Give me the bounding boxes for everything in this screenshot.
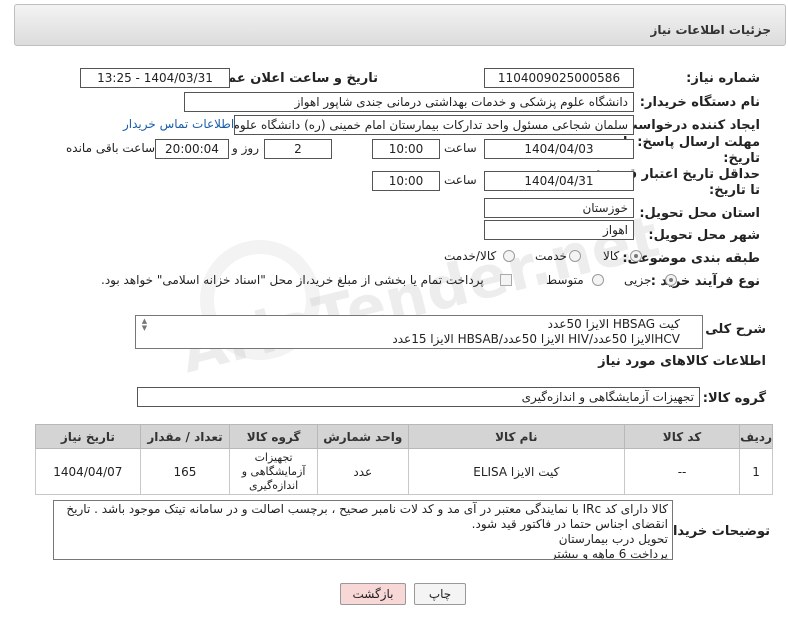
cell-goods-code: -- [623,448,741,495]
treasury-checkbox[interactable] [500,274,512,286]
buyer-notes-line-4: پرداخت 6 ماهه و بیشتر [550,547,668,560]
col-quantity: تعداد / مقدار [139,424,231,449]
buyer-notes-label: توضیحات خریدار: [660,524,770,539]
days-remaining-field: 2 [264,139,332,159]
category-label: طبقه بندی موضوعی: [622,251,760,266]
category-radio-goods-service[interactable] [503,250,515,262]
buyer-contact-link[interactable]: اطلاعات تماس خریدار [123,117,234,131]
goods-group-label: گروه کالا: [702,391,766,406]
deadline-date-field: 1404/04/03 [484,139,634,159]
requester-field: سلمان شجاعی مسئول واحد تدارکات بیمارستان… [234,115,634,135]
validity-time-label: ساعت [444,173,477,187]
buyer-notes-line-1: کالا دارای کد IRc با نمایندگی معتبر در آ… [66,502,668,516]
announce-date-field: 1404/03/31 - 13:25 [80,68,230,88]
treasury-note: پرداخت تمام یا بخشی از مبلغ خرید،از محل … [101,273,484,287]
buyer-notes-line-3: تحویل درب بیمارستان [558,532,668,546]
goods-group-field: تجهیزات آزمایشگاهی و اندازه‌گیری [137,387,700,407]
requester-label: ایجاد کننده درخواست: [619,118,760,133]
validity-time-field: 10:00 [372,171,440,191]
category-option-service: خدمت [535,249,567,263]
category-radio-goods[interactable] [630,250,642,262]
col-goods-code: کد کالا [623,424,741,449]
cell-goods-name: کیت الایزا ELISA [407,448,625,495]
deadline-time-label: ساعت [444,141,477,155]
buyer-org-label: نام دستگاه خریدار: [639,95,760,110]
col-row-number: ردیف [739,424,773,449]
days-label: روز و [232,141,259,155]
deadline-label-2: تاریخ: [723,151,760,166]
city-field: اهواز [484,220,634,240]
cell-unit: عدد [316,448,409,495]
buyer-notes-line-2: انقضای اجناس حتما در فاکتور قید شود. [471,517,668,531]
category-radio-service[interactable] [569,250,581,262]
cell-row-number: 1 [739,448,773,495]
need-number-field: 1104009025000586 [484,68,634,88]
purchase-option-minor: جزیی [624,273,652,287]
deadline-time-field: 10:00 [372,139,440,159]
print-button[interactable]: چاپ [414,583,466,605]
purchase-option-medium: متوسط [546,273,584,287]
back-button[interactable]: بازگشت [340,583,406,605]
table-row: 1 -- کیت الایزا ELISA عدد تجهیزات آزمایش… [35,448,773,495]
goods-section-title: اطلاعات کالاهای مورد نیاز [598,354,766,369]
validity-label-2: تا تاریخ: [709,183,760,198]
summary-line-1: کیت HBSAG الایزا 50عدد [547,317,680,331]
summary-textarea[interactable]: کیت HBSAG الایزا 50عدد HCVالایزا 50عدد/H… [135,315,703,349]
scroll-arrows-icon[interactable]: ▲ ▼ [140,318,149,332]
buyer-notes-box[interactable]: کالا دارای کد IRc با نمایندگی معتبر در آ… [53,500,673,560]
header-panel: جزئیات اطلاعات نیاز [14,4,786,46]
need-number-label: شماره نیاز: [686,71,760,86]
summary-line-2: HCVالایزا 50عدد/HIV الایزا 50عدد/HBSAB ا… [392,332,680,346]
deadline-label: مهلت ارسال پاسخ: تا [622,135,760,150]
province-field: خوزستان [484,198,634,218]
time-remaining-label: ساعت باقی مانده [66,141,156,155]
cell-goods-group: تجهیزات آزمایشگاهی و اندازه‌گیری [229,448,318,495]
category-option-goods-service: کالا/خدمت [444,249,497,263]
col-goods-group: گروه کالا [229,424,318,449]
goods-table: ردیف کد کالا نام کالا واحد شمارش گروه کا… [35,424,773,495]
buyer-org-field: دانشگاه علوم پزشکی و خدمات بهداشتی درمان… [184,92,634,112]
purchase-radio-minor[interactable] [665,274,677,286]
col-goods-name: نام کالا [407,424,625,449]
page-title: جزئیات اطلاعات نیاز [650,23,771,37]
province-label: استان محل تحویل: [639,206,760,221]
purchase-radio-medium[interactable] [592,274,604,286]
category-option-goods: کالا [603,249,620,263]
col-unit: واحد شمارش [316,424,409,449]
table-header-row: ردیف کد کالا نام کالا واحد شمارش گروه کا… [35,424,773,449]
cell-quantity: 165 [139,448,231,495]
validity-date-field: 1404/04/31 [484,171,634,191]
city-label: شهر محل تحویل: [648,228,760,243]
cell-need-date: 1404/04/07 [35,448,141,495]
time-remaining-field: 20:00:04 [155,139,229,159]
col-need-date: تاریخ نیاز [35,424,141,449]
